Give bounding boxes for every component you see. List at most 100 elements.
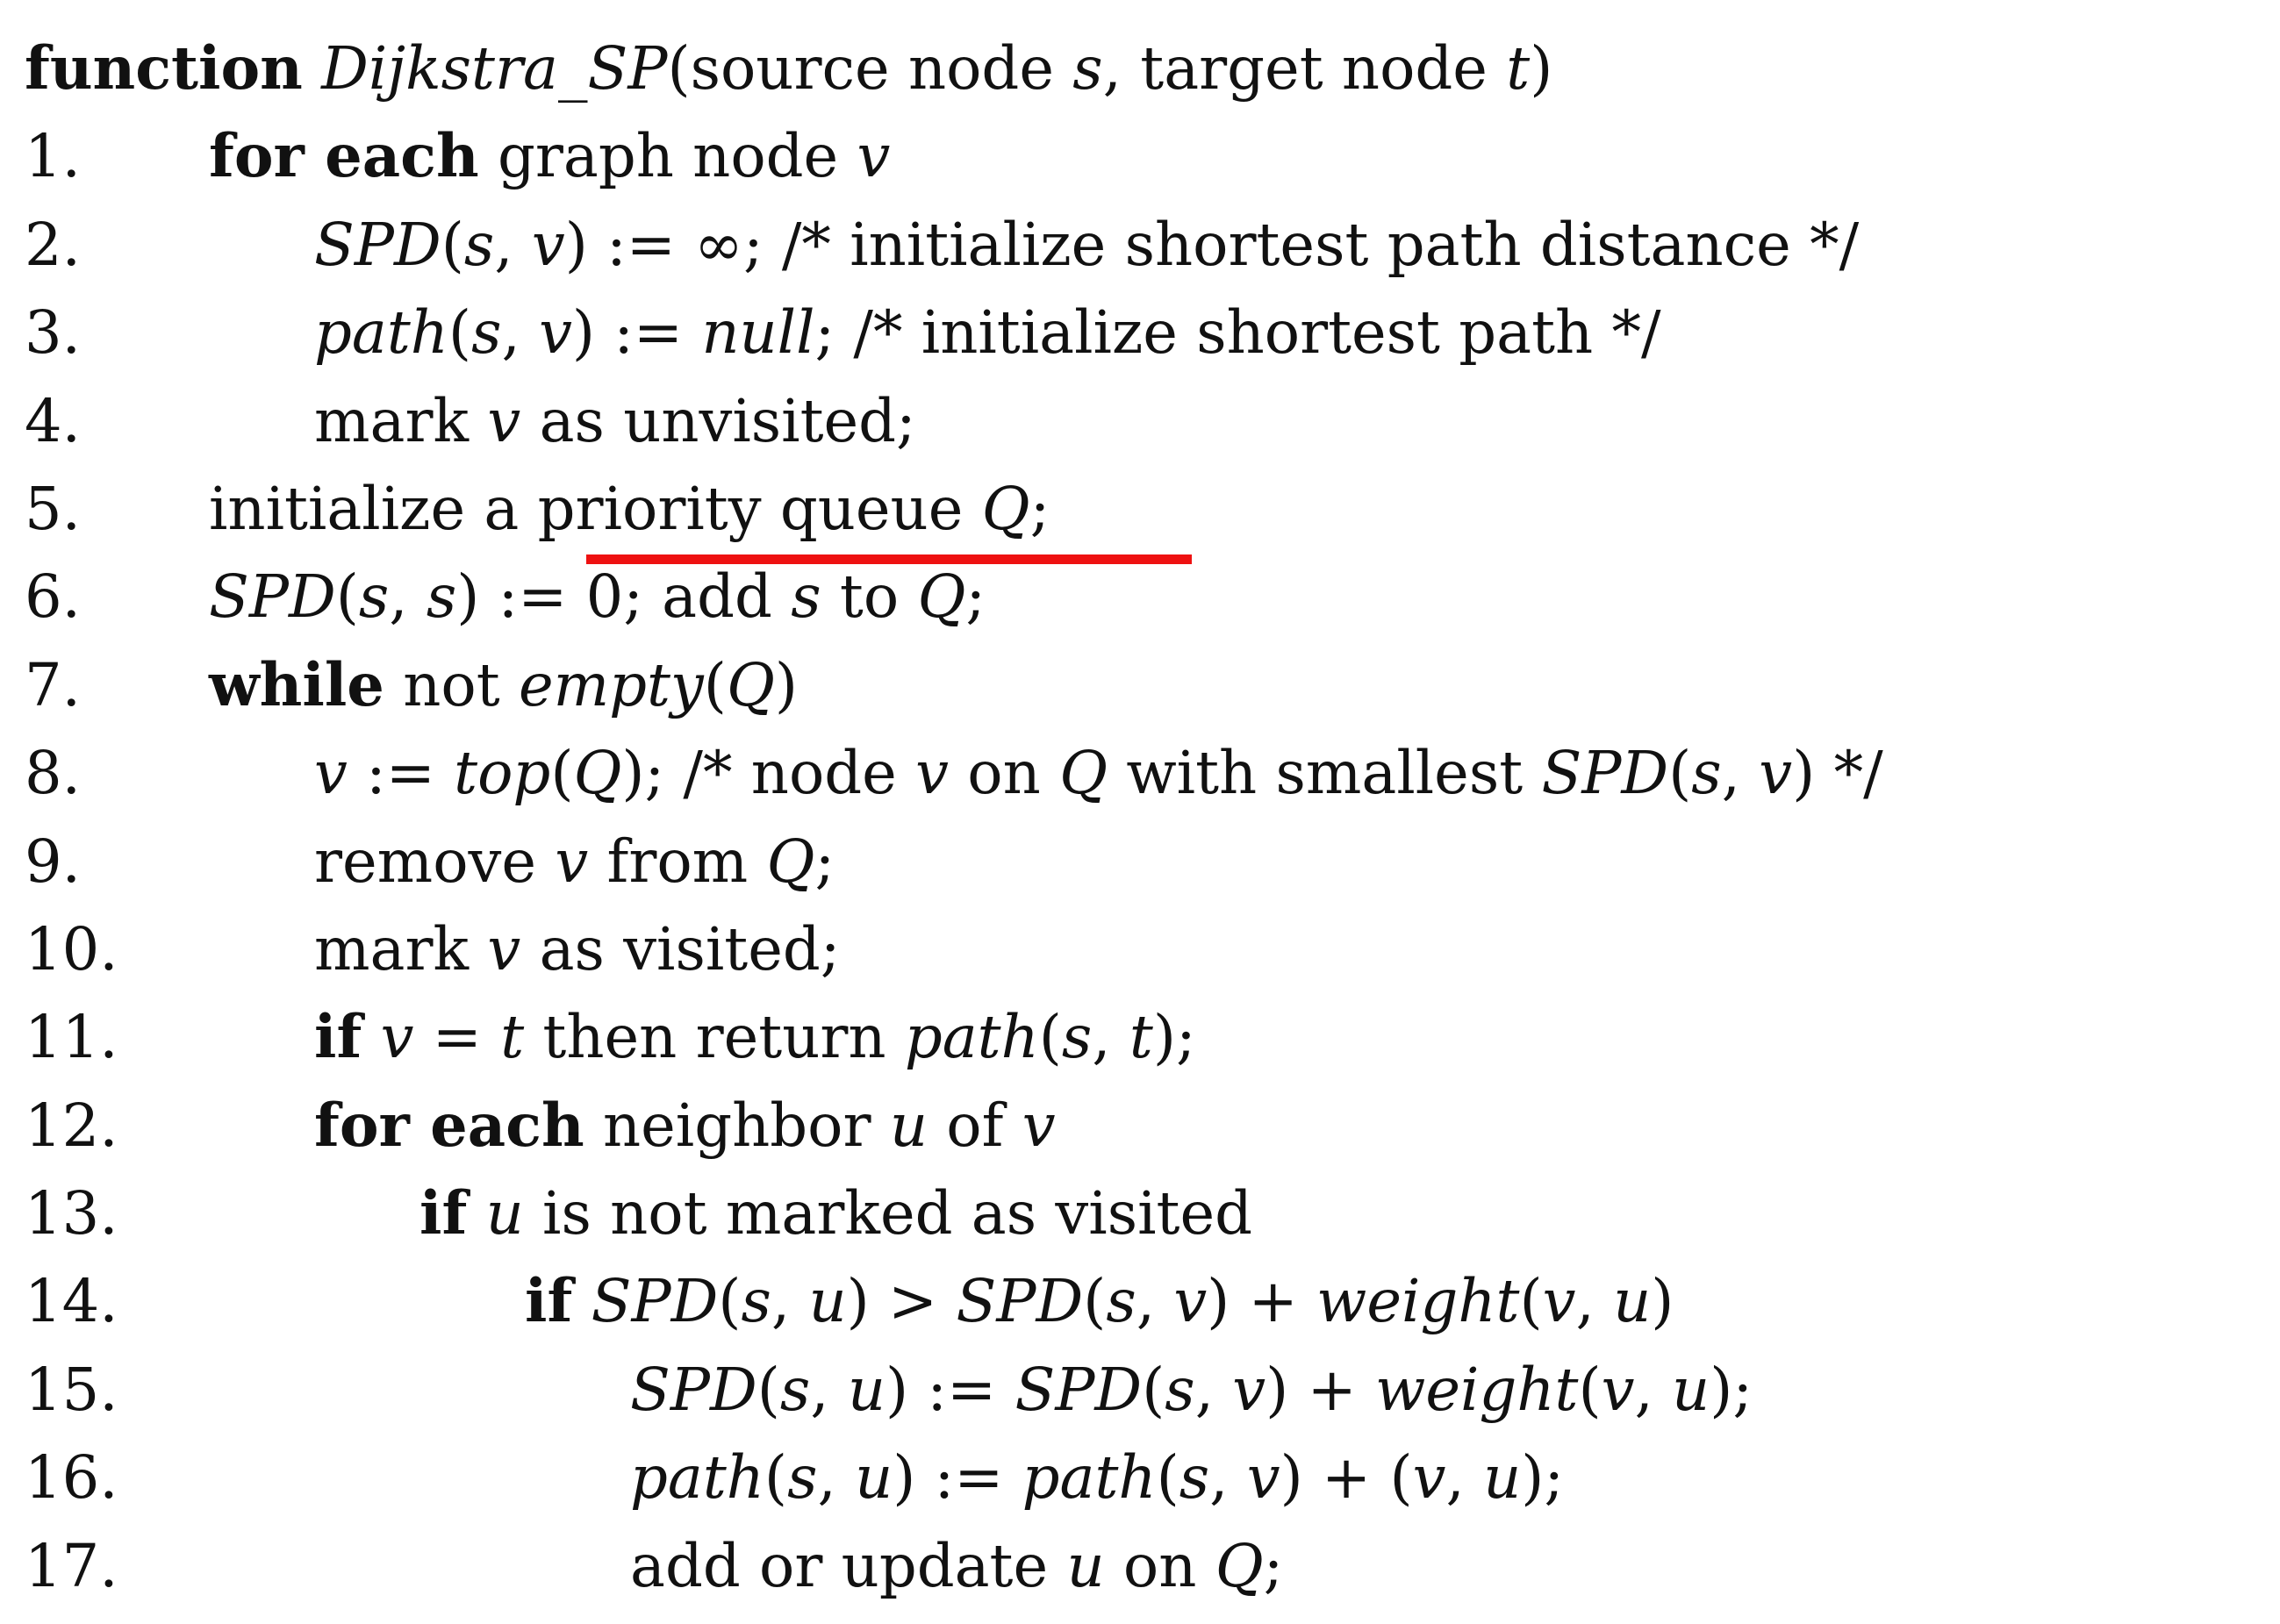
- math-symbol: s: [779, 1355, 811, 1424]
- code-text: ;: [965, 562, 986, 632]
- math-symbol: Q: [1059, 739, 1108, 808]
- line-number: 17.: [25, 1531, 118, 1600]
- math-symbol: s: [358, 562, 390, 632]
- code-text: remove: [314, 826, 556, 896]
- math-symbol: s: [471, 298, 502, 368]
- math-symbol: v: [380, 1003, 414, 1072]
- code-text: (: [756, 1355, 780, 1424]
- math-symbol: u: [889, 1091, 928, 1160]
- line-number: 16.: [25, 1443, 118, 1513]
- math-symbol: u: [1066, 1531, 1105, 1600]
- function-keyword: function: [25, 33, 303, 103]
- algorithm-listing: function Dijkstra_SP(source node s, targ…: [25, 25, 2271, 1610]
- line-number: 13.: [25, 1179, 118, 1248]
- code-text: ,: [1209, 1443, 1247, 1513]
- code-text: not: [384, 650, 519, 719]
- code-text: graph node: [478, 122, 857, 191]
- math-symbol: null: [701, 298, 815, 368]
- line-number: 11.: [25, 1003, 118, 1072]
- code-text: ); /* node: [621, 739, 916, 808]
- math-symbol: weight: [1316, 1267, 1520, 1336]
- code-line: 2. SPD(s, v) := ∞; /* initialize shortest…: [25, 201, 2271, 289]
- math-symbol: s: [1106, 1267, 1136, 1336]
- code-text: ,: [810, 1355, 848, 1424]
- math-symbol: v: [1173, 1267, 1208, 1336]
- math-symbol: s: [1179, 1443, 1210, 1513]
- line-code: remove v from Q;: [314, 818, 835, 905]
- line-number: 8.: [25, 739, 81, 808]
- code-text: (: [550, 739, 574, 808]
- math-symbol: Q: [766, 826, 815, 896]
- code-text: (: [1142, 1355, 1165, 1424]
- code-text: (: [1519, 1267, 1543, 1336]
- code-text: (: [1156, 1443, 1179, 1513]
- params-open: (source node: [667, 34, 1073, 103]
- code-text: );: [1521, 1443, 1564, 1513]
- code-line: 15. SPD(s, u) := SPD(s, v) + weight(v, u)…: [25, 1346, 2271, 1434]
- math-symbol: s: [426, 562, 457, 632]
- math-symbol: Q: [917, 562, 966, 632]
- code-text: is not marked as visited: [523, 1179, 1252, 1248]
- code-text: ,: [1136, 1267, 1174, 1336]
- code-line: 7. while not empty(Q): [25, 641, 2271, 729]
- keyword: if: [419, 1178, 468, 1248]
- code-line: 6. SPD(s, s) := 0; add s to Q;: [25, 553, 2271, 640]
- line-code: if u is not marked as visited: [419, 1170, 1252, 1257]
- math-symbol: top: [454, 739, 551, 808]
- code-text: (: [764, 1443, 788, 1513]
- params-close: ): [1530, 34, 1553, 103]
- line-number: 7.: [25, 650, 81, 719]
- code-text: ) := ∞; /* initialize shortest path dist…: [564, 210, 1860, 279]
- code-text: ) */: [1792, 739, 1883, 808]
- math-symbol: t: [500, 1003, 525, 1072]
- code-text: (: [1668, 739, 1692, 808]
- math-symbol: v: [1759, 739, 1793, 808]
- code-text: (: [718, 1267, 742, 1336]
- code-text: (: [1083, 1267, 1107, 1336]
- math-symbol: u: [1613, 1267, 1652, 1336]
- line-number: 9.: [25, 826, 81, 896]
- line-code: SPD(s, s) := 0; add s to Q;: [209, 553, 986, 640]
- math-symbol: SPD: [630, 1355, 757, 1424]
- math-symbol: SPD: [956, 1267, 1084, 1336]
- code-text: to: [821, 562, 918, 632]
- code-text: ,: [1092, 1003, 1129, 1072]
- math-symbol: v: [487, 914, 521, 984]
- line-number: 4.: [25, 386, 81, 455]
- line-code: v := top(Q); /* node v on Q with smalles…: [314, 729, 1883, 817]
- line-code: if v = t then return path(s, t);: [314, 993, 1196, 1081]
- math-symbol: SPD: [209, 562, 336, 632]
- code-text: mark: [314, 914, 488, 984]
- line-number: 14.: [25, 1267, 118, 1336]
- code-line: 9. remove v from Q;: [25, 818, 2271, 905]
- keyword: for each: [209, 121, 479, 191]
- code-line: 8. v := top(Q); /* node v on Q with small…: [25, 729, 2271, 817]
- math-symbol: SPD: [1541, 739, 1669, 808]
- math-symbol: u: [1483, 1443, 1522, 1513]
- math-symbol: SPD: [1015, 1355, 1143, 1424]
- code-text: ): [1651, 1267, 1674, 1336]
- keyword: for each: [314, 1090, 584, 1160]
- code-text: with smallest: [1108, 739, 1542, 808]
- code-line: 4. mark v as unvisited;: [25, 377, 2271, 465]
- math-symbol: empty: [518, 650, 704, 719]
- code-text: (: [441, 210, 464, 279]
- math-symbol: v: [314, 739, 348, 808]
- param-t: t: [1506, 34, 1531, 103]
- code-text: ,: [771, 1267, 809, 1336]
- code-line: 1. for each graph node v: [25, 112, 2271, 200]
- code-text: neighbor: [584, 1091, 890, 1160]
- math-symbol: path: [314, 298, 448, 368]
- code-text: );: [1152, 1003, 1196, 1072]
- code-line: 3. path(s, v) := null; /* initialize shor…: [25, 289, 2271, 376]
- code-text: priority queue: [537, 474, 982, 543]
- math-symbol: s: [1061, 1003, 1093, 1072]
- code-text: mark: [314, 386, 488, 455]
- function-header: function Dijkstra_SP(source node s, targ…: [25, 25, 2271, 112]
- code-text: (: [448, 298, 472, 368]
- code-text: ,: [389, 562, 427, 632]
- code-text: on: [948, 739, 1060, 808]
- line-code: for each graph node v: [209, 112, 890, 200]
- code-line: 16. path(s, u) := path(s, v) + (v, u);: [25, 1434, 2271, 1521]
